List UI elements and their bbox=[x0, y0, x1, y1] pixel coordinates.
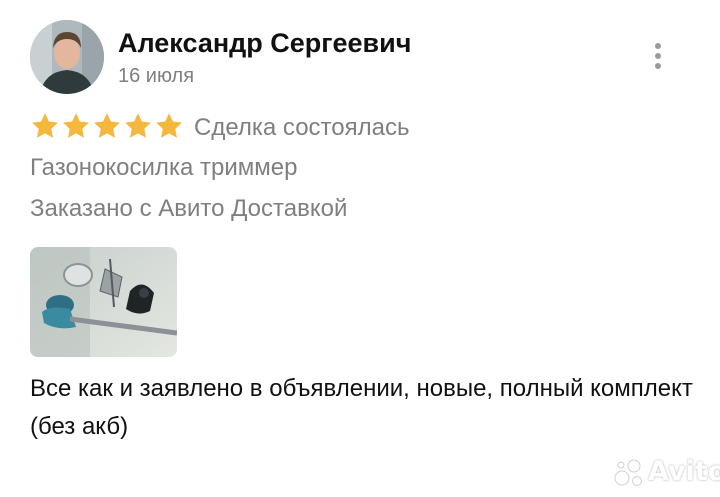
avatar[interactable] bbox=[30, 20, 104, 94]
avatar-photo bbox=[30, 20, 104, 94]
star-icon bbox=[156, 113, 182, 138]
more-options-button[interactable] bbox=[646, 40, 670, 74]
deal-status: Сделка состоялась bbox=[194, 114, 410, 141]
delivery-note: Заказано с Авито Доставкой bbox=[30, 195, 348, 222]
star-icon bbox=[94, 113, 120, 138]
product-name[interactable]: Газонокосилка триммер bbox=[30, 154, 297, 182]
avito-watermark: Avito bbox=[612, 456, 720, 490]
rating-stars bbox=[30, 111, 184, 143]
trimmer-photo bbox=[30, 247, 177, 357]
avito-logo-icon bbox=[614, 459, 642, 486]
more-vertical-icon bbox=[655, 43, 661, 69]
review-photo[interactable] bbox=[30, 247, 177, 357]
star-icon bbox=[63, 113, 89, 138]
review-text: Все как и заявлено в объявлении, новые, … bbox=[30, 375, 693, 440]
star-icon bbox=[125, 113, 151, 138]
author-name[interactable]: Александр Сергеевич bbox=[118, 28, 411, 59]
star-icon bbox=[32, 113, 58, 138]
review-date: 16 июля bbox=[118, 65, 195, 87]
avito-wordmark: Avito bbox=[648, 456, 720, 487]
